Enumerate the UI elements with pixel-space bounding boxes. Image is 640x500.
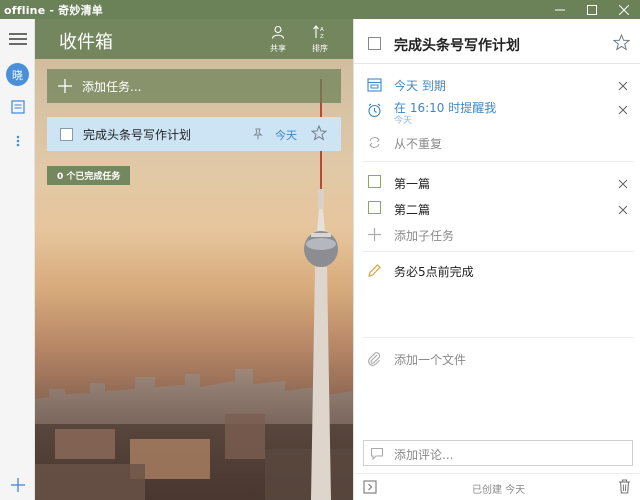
calendar-icon (367, 78, 382, 92)
list-title: 收件箱 (59, 32, 113, 53)
remove-subtask-icon[interactable] (618, 205, 628, 215)
sort-label: 排序 (312, 44, 328, 53)
detail-header: 完成头条号写作计划 (354, 19, 640, 64)
menu-icon[interactable] (9, 33, 27, 47)
subtask-title[interactable]: 第二篇 (394, 201, 430, 218)
add-subtask-label: 添加子任务 (394, 229, 455, 243)
comment-input[interactable]: 添加评论... (363, 440, 633, 466)
paperclip-icon (368, 352, 381, 366)
add-file-label: 添加一个文件 (394, 353, 467, 367)
add-subtask-row[interactable]: 添加子任务 (354, 225, 640, 245)
subtask-item[interactable]: 第一篇 (354, 173, 640, 193)
divider (362, 161, 634, 162)
list-header: 收件箱 共享 AZ 排序 (35, 19, 353, 59)
add-task-input[interactable]: 添加任务... (47, 69, 341, 103)
star-icon[interactable] (311, 125, 327, 141)
trash-icon[interactable] (618, 479, 631, 494)
activity-icon[interactable] (10, 99, 26, 115)
repeat-text: 从不重复 (394, 137, 443, 151)
subtask-checkbox[interactable] (368, 201, 381, 214)
close-icon (619, 4, 629, 15)
detail-checkbox[interactable] (368, 37, 381, 50)
subtask-title[interactable]: 第一篇 (394, 175, 430, 192)
left-rail: 晓 (0, 19, 35, 500)
detail-task-title[interactable]: 完成头条号写作计划 (394, 35, 520, 55)
repeat-icon (369, 137, 380, 148)
share-button[interactable]: 共享 (263, 25, 293, 54)
add-list-icon[interactable] (10, 477, 26, 493)
comment-placeholder: 添加评论... (394, 448, 454, 462)
plus-icon (368, 228, 381, 241)
task-detail-panel: 完成头条号写作计划 今天 到期 在 16:10 时提醒我 今天 从不重复 第一篇… (353, 19, 640, 500)
remove-reminder-icon[interactable] (618, 105, 628, 115)
reminder-subtext: 今天 (394, 116, 413, 126)
divider (362, 337, 634, 338)
pencil-icon (368, 264, 381, 277)
remove-due-date-icon[interactable] (618, 81, 628, 91)
due-date-row[interactable]: 今天 到期 (354, 75, 640, 95)
sort-button[interactable]: AZ 排序 (305, 25, 335, 54)
more-icon[interactable] (10, 133, 26, 149)
add-file-row[interactable]: 添加一个文件 (354, 349, 640, 369)
svg-text:A: A (320, 27, 324, 33)
share-label: 共享 (270, 44, 286, 53)
detail-footer: 已创建 今天 (354, 473, 640, 500)
note-row[interactable]: 务必5点前完成 (354, 261, 640, 281)
task-list-panel: 收件箱 共享 AZ 排序 添加任务... 完成头条号写作计划 今天 0 个已完成… (35, 19, 353, 500)
plus-icon (58, 79, 72, 93)
reminder-row[interactable]: 在 16:10 时提醒我 今天 (354, 99, 640, 127)
remove-subtask-icon[interactable] (618, 179, 628, 189)
maximize-button[interactable] (576, 0, 608, 19)
divider (362, 251, 634, 252)
sort-icon: AZ (313, 25, 324, 40)
collapse-panel-icon[interactable] (363, 480, 377, 494)
created-date-text: 已创建 今天 (472, 485, 526, 496)
star-icon[interactable] (613, 34, 630, 51)
subtask-checkbox[interactable] (368, 175, 381, 188)
window-titlebar: offline - 奇妙清单 (0, 0, 640, 19)
task-checkbox[interactable] (60, 127, 73, 141)
svg-text:Z: Z (320, 34, 324, 39)
maximize-icon (587, 4, 597, 15)
window-title: offline - 奇妙清单 (4, 3, 103, 17)
add-task-placeholder: 添加任务... (82, 79, 142, 94)
alarm-clock-icon (368, 103, 381, 118)
avatar[interactable]: 晓 (6, 63, 29, 86)
due-date-text: 今天 到期 (394, 79, 446, 93)
task-title: 完成头条号写作计划 (83, 127, 192, 142)
completed-tasks-toggle[interactable]: 0 个已完成任务 (47, 166, 131, 185)
subtask-item[interactable]: 第二篇 (354, 199, 640, 219)
close-button[interactable] (608, 0, 640, 19)
task-due-date: 今天 (275, 129, 297, 142)
minimize-icon (555, 9, 565, 10)
note-text[interactable]: 务必5点前完成 (394, 263, 474, 280)
share-icon (271, 25, 285, 39)
repeat-row[interactable]: 从不重复 (354, 133, 640, 153)
comment-icon (370, 447, 384, 460)
task-row[interactable]: 完成头条号写作计划 今天 (47, 117, 341, 151)
minimize-button[interactable] (544, 0, 576, 19)
pin-icon (253, 128, 263, 140)
